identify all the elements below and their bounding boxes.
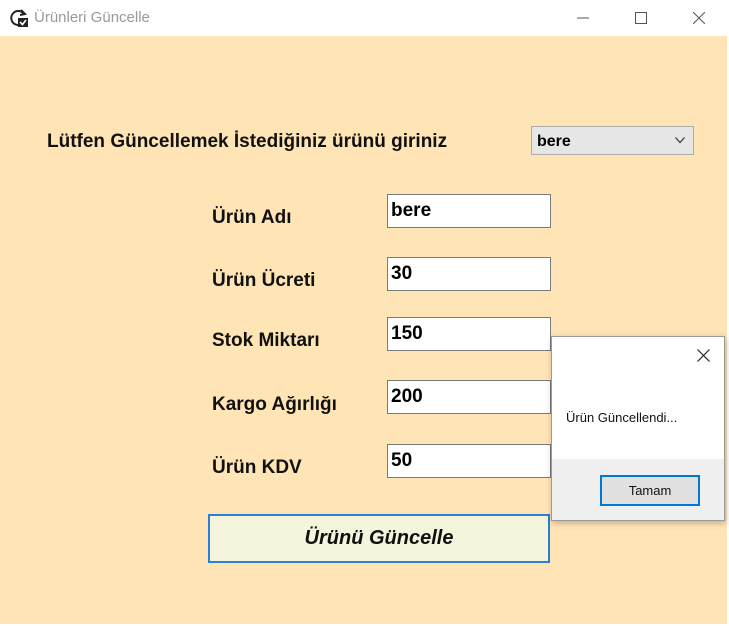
product-price-label: Ürün Ücreti	[212, 270, 316, 291]
minimize-button[interactable]	[560, 4, 606, 32]
product-vat-label: Ürün KDV	[212, 457, 302, 478]
window-title: Ürünleri Güncelle	[34, 9, 150, 26]
window-close-button[interactable]	[676, 4, 722, 32]
shipping-weight-field[interactable]	[387, 380, 551, 414]
form-area: Lütfen Güncellemek İstediğiniz ürünü gir…	[0, 36, 727, 624]
maximize-button[interactable]	[618, 4, 664, 32]
dialog-footer: Tamam	[552, 459, 724, 520]
dialog-close-button[interactable]	[692, 345, 716, 367]
product-name-label: Ürün Adı	[212, 207, 292, 228]
ok-button[interactable]: Tamam	[600, 475, 700, 506]
shipping-weight-label: Kargo Ağırlığı	[212, 394, 337, 415]
stock-quantity-field[interactable]	[387, 317, 551, 351]
refresh-check-icon	[9, 8, 29, 28]
product-select[interactable]: bere	[531, 126, 694, 155]
dialog-message: Ürün Güncellendi...	[566, 410, 678, 425]
product-select-value: bere	[537, 133, 571, 150]
message-dialog: Ürün Güncellendi... Tamam	[551, 336, 725, 521]
product-price-field[interactable]	[387, 257, 551, 291]
select-product-prompt: Lütfen Güncellemek İstediğiniz ürünü gir…	[47, 131, 448, 152]
stock-quantity-label: Stok Miktarı	[212, 330, 320, 351]
product-name-field[interactable]	[387, 194, 551, 228]
product-vat-field[interactable]	[387, 444, 551, 478]
chevron-down-icon	[675, 137, 685, 144]
minimize-icon	[577, 17, 589, 19]
update-product-button[interactable]: Ürünü Güncelle	[208, 514, 550, 563]
maximize-icon	[635, 12, 647, 24]
close-icon	[697, 349, 710, 362]
close-icon	[693, 12, 705, 24]
title-bar: Ürünleri Güncelle	[0, 0, 729, 36]
